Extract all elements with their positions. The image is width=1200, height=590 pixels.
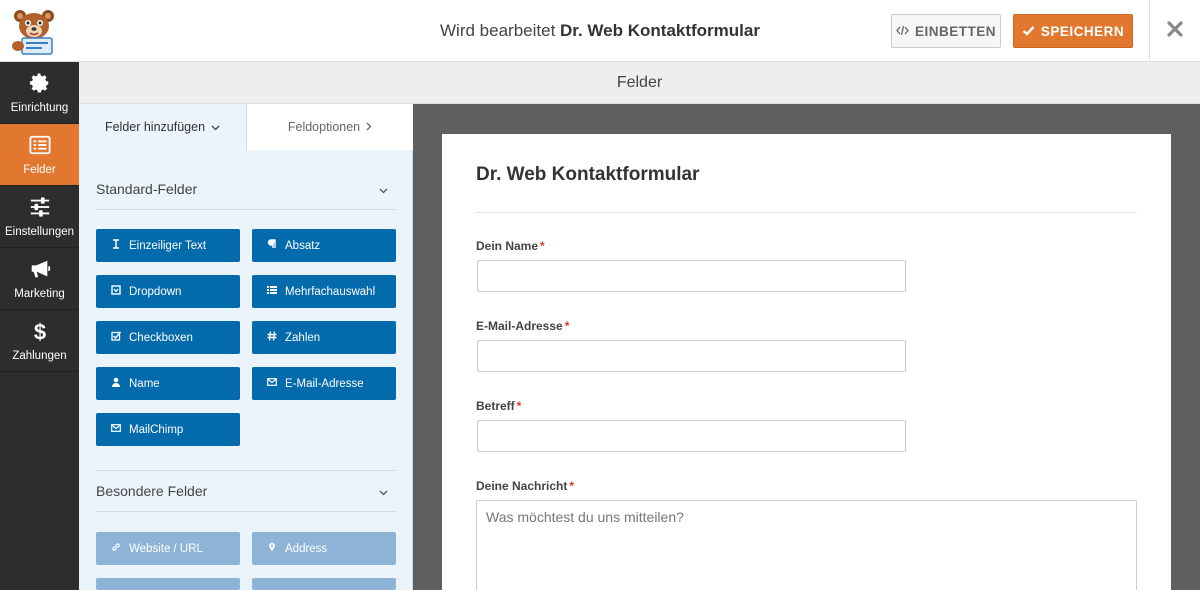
field-label-text: Betreff: [476, 399, 515, 413]
field-button-checkboxen[interactable]: Checkboxen: [96, 321, 240, 354]
field-label-text: E-Mail-Adresse: [476, 319, 563, 333]
field-button-label: Dropdown: [129, 285, 182, 298]
sidebar-item-felder[interactable]: Felder: [0, 124, 79, 186]
divider: [476, 212, 1137, 213]
field-button-label: Name: [129, 377, 160, 390]
field-button-label: Address: [285, 542, 328, 555]
chevron-down-icon: [211, 120, 220, 134]
section-header: Felder: [79, 62, 1200, 104]
section-heading: Besondere Felder: [96, 483, 208, 499]
save-button[interactable]: SPEICHERN: [1013, 14, 1133, 48]
close-icon: [1167, 20, 1183, 42]
paragraph-icon: [267, 239, 277, 252]
list-icon: [267, 285, 277, 298]
field-button-einzeiliger-text[interactable]: Einzeiliger Text: [96, 229, 240, 262]
chevron-down-icon: [379, 181, 388, 197]
top-bar: Wird bearbeitet Dr. Web Kontaktformular …: [0, 0, 1200, 62]
subject-input[interactable]: [477, 420, 906, 452]
sliders-icon: [29, 196, 51, 221]
dollar-icon: $: [29, 319, 51, 345]
field-button-label: Einzeiliger Text: [129, 239, 207, 252]
dropdown-icon: [111, 285, 121, 298]
field-button-label: Website / URL: [129, 542, 203, 555]
sidebar-item-label: Einrichtung: [10, 101, 69, 114]
required-marker: *: [569, 479, 575, 493]
field-button-partial[interactable]: [96, 578, 240, 590]
field-button-address[interactable]: Address: [252, 532, 396, 565]
embed-button[interactable]: EINBETTEN: [891, 14, 1001, 48]
checkmark-icon: [1022, 24, 1035, 39]
sidebar-item-einrichtung[interactable]: Einrichtung: [0, 62, 79, 124]
svg-text:$: $: [33, 320, 45, 342]
field-button-zahlen[interactable]: Zahlen: [252, 321, 396, 354]
field-label-email: E-Mail-Adresse *: [476, 319, 569, 333]
field-button-absatz[interactable]: Absatz: [252, 229, 396, 262]
map-pin-icon: [267, 542, 277, 555]
sidebar-item-label: Einstellungen: [4, 225, 75, 238]
field-label-text: Dein Name: [476, 239, 539, 253]
link-icon: [111, 542, 121, 555]
tab-feldoptionen[interactable]: Feldoptionen: [246, 104, 413, 150]
field-button-mailchimp[interactable]: MailChimp: [96, 413, 240, 446]
textarea-placeholder: Was möchtest du uns mitteilen?: [486, 509, 684, 525]
code-icon: [896, 24, 909, 39]
user-icon: [111, 377, 121, 390]
field-label-nachricht: Deine Nachricht *: [476, 479, 574, 493]
field-button-label: Zahlen: [285, 331, 321, 344]
section-heading: Standard-Felder: [96, 180, 198, 197]
required-marker: *: [540, 239, 545, 253]
megaphone-icon: [29, 258, 51, 283]
required-marker: *: [516, 399, 522, 413]
name-input[interactable]: [477, 260, 906, 292]
special-fields-toggle[interactable]: Besondere Felder: [96, 470, 396, 512]
field-button-mehrfachauswahl[interactable]: Mehrfachauswahl: [252, 275, 396, 308]
sidebar-item-marketing[interactable]: Marketing: [0, 248, 79, 310]
sidebar-item-label: Zahlungen: [12, 349, 67, 362]
field-button-label: MailChimp: [129, 423, 184, 436]
tab-label: Felder hinzufügen: [104, 120, 206, 134]
title-prefix: Wird bearbeitet: [440, 21, 556, 40]
embed-button-label: EINBETTEN: [914, 23, 996, 39]
gear-icon: [29, 72, 51, 97]
field-label-name: Dein Name *: [476, 239, 545, 253]
builder-sidebar: Einrichtung Felder Einstellungen Marketi…: [0, 62, 79, 590]
checkbox-icon: [111, 331, 122, 344]
field-button-e-mail-adresse[interactable]: E-Mail-Adresse: [252, 367, 396, 400]
message-textarea[interactable]: Was möchtest du uns mitteilen?: [476, 500, 1137, 590]
save-button-label: SPEICHERN: [1040, 23, 1125, 39]
standard-fields-toggle[interactable]: Standard-Felder: [96, 168, 396, 210]
field-label-betreff: Betreff *: [476, 399, 521, 413]
field-button-website-url[interactable]: Website / URL: [96, 532, 240, 565]
tab-felder-hinzufuegen[interactable]: Felder hinzufügen: [79, 104, 246, 150]
sidebar-item-einstellungen[interactable]: Einstellungen: [0, 186, 79, 248]
form-title: Dr. Web Kontaktformular: [476, 164, 700, 185]
close-button[interactable]: [1149, 0, 1200, 62]
field-button-dropdown[interactable]: Dropdown: [96, 275, 240, 308]
section-title: Felder: [616, 74, 663, 91]
tab-label: Feldoptionen: [287, 120, 361, 134]
form-preview-card: Dr. Web Kontaktformular Dein Name * E-Mai…: [442, 134, 1171, 590]
sidebar-item-zahlungen[interactable]: $ Zahlungen: [0, 310, 79, 372]
fields-list-icon: [28, 134, 51, 159]
field-button-label: Checkboxen: [129, 331, 193, 344]
sidebar-item-label: Marketing: [14, 287, 65, 300]
hash-icon: [267, 331, 277, 344]
chevron-right-icon: [366, 120, 372, 134]
field-button-label: E-Mail-Adresse: [285, 377, 364, 390]
panel-tabs: Felder hinzufügen Feldoptionen: [79, 104, 413, 150]
envelope-icon: [111, 423, 121, 436]
form-name: Dr. Web Kontaktformular: [560, 21, 760, 40]
envelope-icon: [267, 377, 277, 390]
required-marker: *: [564, 319, 570, 333]
email-input[interactable]: [477, 340, 906, 372]
text-cursor-icon: [111, 239, 121, 252]
field-button-name[interactable]: Name: [96, 367, 240, 400]
sidebar-item-label: Felder: [23, 163, 56, 176]
field-button-label: Mehrfachauswahl: [285, 285, 376, 298]
chevron-down-icon: [379, 483, 388, 499]
field-button-partial[interactable]: [252, 578, 396, 590]
fields-panel: Felder hinzufügen Feldoptionen Standard-…: [79, 104, 413, 590]
field-button-label: Absatz: [285, 239, 321, 252]
field-label-text: Deine Nachricht: [476, 479, 568, 493]
